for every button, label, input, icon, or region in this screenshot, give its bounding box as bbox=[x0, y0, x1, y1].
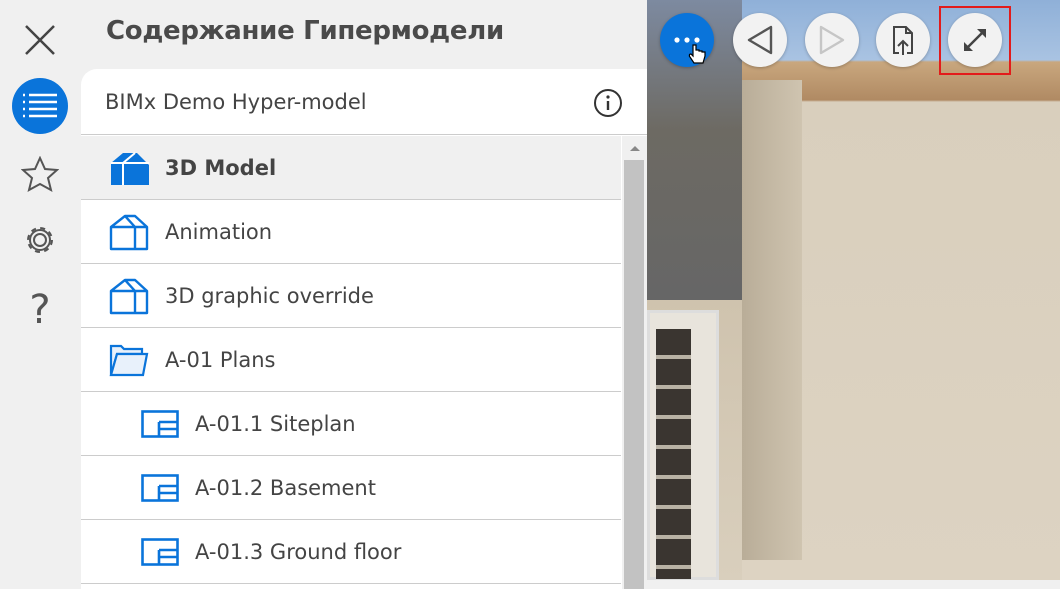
layout-icon bbox=[141, 473, 195, 502]
window bbox=[647, 310, 719, 580]
layout-icon bbox=[141, 409, 195, 438]
list-item[interactable]: 3D Model bbox=[81, 136, 621, 200]
forward-button[interactable] bbox=[805, 13, 859, 67]
list-icon bbox=[23, 93, 57, 118]
share-button[interactable] bbox=[876, 13, 930, 67]
3d-model-icon bbox=[109, 277, 165, 315]
help-button[interactable]: ? bbox=[12, 282, 68, 338]
close-icon bbox=[25, 25, 55, 55]
3d-model-filled-icon bbox=[109, 149, 165, 187]
list-item[interactable]: A-01 Plans bbox=[81, 328, 621, 392]
list-item-label: A-01.1 Siteplan bbox=[195, 411, 356, 436]
scrollbar-thumb[interactable] bbox=[624, 160, 644, 589]
wall-shadow bbox=[742, 80, 802, 560]
model-header: BIMx Demo Hyper-model bbox=[81, 69, 647, 135]
hand-cursor-icon bbox=[688, 44, 706, 64]
list-item[interactable]: 3D graphic override bbox=[81, 264, 621, 328]
list-item[interactable]: A-01.1 Siteplan bbox=[81, 392, 621, 456]
star-icon bbox=[21, 156, 59, 192]
list-item[interactable]: A-01.3 Ground floor bbox=[81, 520, 621, 584]
back-button[interactable] bbox=[733, 13, 787, 67]
scrollbar[interactable] bbox=[622, 136, 647, 589]
model-name: BIMx Demo Hyper-model bbox=[105, 89, 367, 114]
side-rail: ? bbox=[0, 0, 80, 580]
layout-icon bbox=[141, 537, 195, 566]
contents-button[interactable] bbox=[12, 78, 68, 134]
3d-model-icon bbox=[109, 213, 165, 251]
list-item-label: A-01 Plans bbox=[165, 347, 276, 372]
scroll-up-arrow-icon[interactable] bbox=[629, 144, 641, 152]
list-item-label: 3D Model bbox=[165, 155, 277, 180]
list-item-label: A-01.3 Ground floor bbox=[195, 539, 402, 564]
folder-open-icon bbox=[109, 343, 165, 377]
panel-title: Содержание Гипермодели bbox=[106, 16, 504, 46]
list-item[interactable]: A-01.2 Basement bbox=[81, 456, 621, 520]
question-icon: ? bbox=[29, 287, 51, 333]
list-item-label: A-01.2 Basement bbox=[195, 475, 376, 500]
list-item-label: 3D graphic override bbox=[165, 283, 374, 308]
contents-panel: BIMx Demo Hyper-model 3D Model Animation 3… bbox=[81, 69, 647, 589]
favorites-button[interactable] bbox=[12, 146, 68, 202]
close-button[interactable] bbox=[12, 12, 68, 68]
3d-viewport[interactable] bbox=[647, 0, 1060, 580]
list-item[interactable]: Animation bbox=[81, 200, 621, 264]
highlight-box bbox=[939, 6, 1011, 75]
gear-icon bbox=[27, 227, 53, 253]
info-icon[interactable] bbox=[593, 88, 623, 118]
file-upload-icon bbox=[893, 26, 913, 55]
more-button[interactable] bbox=[660, 13, 714, 67]
list-item-label: Animation bbox=[165, 219, 273, 244]
settings-button[interactable] bbox=[12, 212, 68, 268]
triangle-right-icon bbox=[819, 25, 845, 55]
triangle-left-icon bbox=[747, 25, 773, 55]
